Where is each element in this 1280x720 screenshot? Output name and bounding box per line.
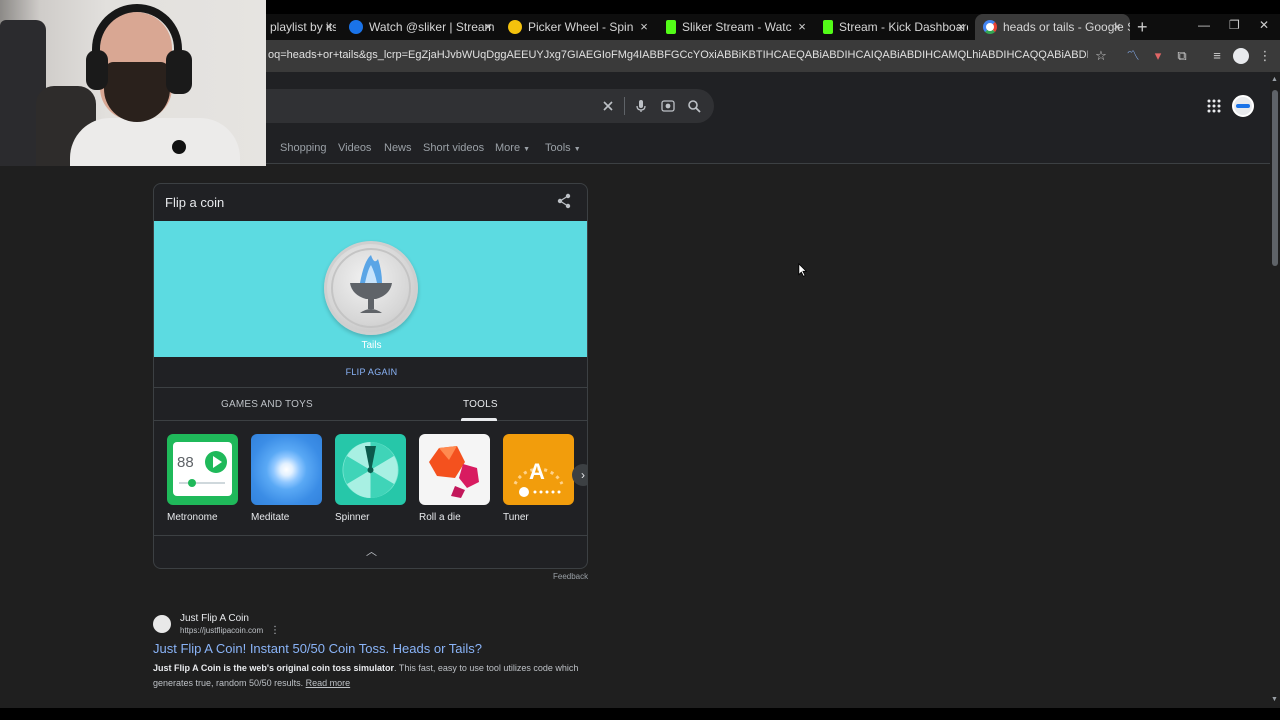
result-snippet: Just Flip A Coin is the web's original c… (153, 663, 579, 688)
tool-meditate[interactable]: Meditate (251, 434, 322, 523)
clear-search-icon[interactable] (600, 98, 616, 114)
tuner-icon: A (503, 434, 574, 505)
chrome-menu-icon[interactable]: ⋮ (1257, 48, 1273, 64)
tab-streamable[interactable]: Watch @sliker | Streamable × (349, 17, 495, 37)
profile-icon[interactable] (1233, 48, 1249, 64)
read-more-link[interactable]: Read more (306, 678, 351, 688)
tab-picker-wheel[interactable]: Picker Wheel - Spin the Wheel t × (508, 17, 651, 37)
google-apps-icon[interactable] (1207, 99, 1221, 113)
carousel-next-button[interactable]: › (572, 464, 587, 486)
tool-label: Spinner (335, 512, 370, 523)
coin-result: Tails (361, 340, 382, 351)
kick-favicon-icon (666, 20, 676, 34)
more-options-icon[interactable]: ⋮ (270, 625, 280, 636)
scroll-thumb[interactable] (1272, 90, 1278, 266)
scroll-down-icon[interactable]: ▼ (1271, 696, 1278, 703)
coin-flip-card: Flip a coin Tails FLIP AGAIN GAMES AND T… (153, 183, 588, 569)
close-window-button[interactable]: ✕ (1259, 18, 1269, 32)
tools-carousel: 88 Metronome Meditate Spinner Roll a die… (167, 434, 587, 529)
broadcast-extension-icon[interactable]: 〽 (1125, 48, 1141, 64)
extension-badge-icon[interactable]: ▾ (1150, 48, 1166, 64)
tool-roll-a-die[interactable]: Roll a die (419, 434, 490, 523)
tab-close-icon[interactable]: × (322, 19, 336, 34)
share-icon[interactable] (556, 193, 572, 209)
picker-wheel-favicon-icon (508, 20, 522, 34)
address-bar[interactable]: oq=heads+or+tails&gs_lcrp=EgZjaHJvbWUqDg… (268, 49, 1088, 61)
voice-search-icon[interactable] (633, 98, 649, 114)
chevron-right-icon: › (581, 468, 585, 482)
search-results: Flip a coin Tails FLIP AGAIN GAMES AND T… (0, 165, 1270, 720)
tool-metronome[interactable]: 88 Metronome (167, 434, 238, 523)
page-scrollbar[interactable]: ▲ ▼ (1270, 72, 1280, 708)
spinner-icon (335, 434, 406, 505)
filter-shopping[interactable]: Shopping (280, 142, 327, 154)
browser-window: playlist by its × Watch @sliker | Stream… (0, 0, 1280, 720)
google-favicon-icon (983, 20, 997, 34)
lens-search-icon[interactable] (660, 98, 676, 114)
streamable-favicon-icon (349, 20, 363, 34)
tab-close-icon[interactable]: × (1110, 19, 1124, 34)
filter-tools[interactable]: Tools ▼ (545, 142, 581, 154)
scroll-up-icon[interactable]: ▲ (1271, 76, 1278, 83)
minimize-button[interactable]: — (1198, 18, 1210, 32)
meditate-icon (251, 434, 322, 505)
tab-tools[interactable]: TOOLS (463, 399, 498, 410)
account-avatar[interactable] (1232, 95, 1254, 117)
tab-title: Picker Wheel - Spin the Wheel t (528, 20, 635, 34)
tab-google-search[interactable]: heads or tails - Google Search × (975, 14, 1130, 40)
filter-videos[interactable]: Videos (338, 142, 371, 154)
tab-close-icon[interactable]: × (795, 19, 809, 34)
mouse-cursor-icon (798, 263, 808, 277)
filter-news[interactable]: News (384, 142, 412, 154)
tab-close-icon[interactable]: × (637, 19, 651, 34)
search-icon[interactable] (686, 98, 702, 114)
dice-icon (419, 434, 490, 505)
coin-display[interactable]: Tails (154, 221, 587, 357)
site-url[interactable]: https://justflipacoin.com (180, 626, 263, 635)
tool-tuner[interactable]: A Tuner (503, 434, 574, 523)
site-favicon-icon (153, 615, 171, 633)
tab-close-icon[interactable]: × (481, 19, 495, 34)
shirt (70, 118, 240, 166)
tab-title: Sliker Stream - Watch Live on K (682, 20, 792, 34)
tool-label: Meditate (251, 512, 290, 523)
microphone-icon (172, 140, 186, 154)
collapse-card-button[interactable]: ︿ (154, 535, 587, 568)
tool-label: Tuner (503, 512, 529, 523)
card-title: Flip a coin (165, 195, 225, 210)
filter-more[interactable]: More ▼ (495, 142, 530, 154)
filter-short-videos[interactable]: Short videos (423, 142, 484, 154)
new-tab-button[interactable]: + (1137, 17, 1148, 38)
tab-games-and-toys[interactable]: GAMES AND TOYS (221, 399, 313, 410)
tab-playlist[interactable]: playlist by its × (270, 17, 336, 37)
media-controls-icon[interactable]: ≡ (1209, 48, 1225, 64)
metronome-icon: 88 (167, 434, 238, 505)
tab-title: Watch @sliker | Streamable (369, 20, 495, 34)
search-input[interactable] (250, 89, 714, 123)
coin[interactable] (324, 241, 418, 335)
tab-title: Stream - Kick Dashboard (839, 20, 968, 34)
extensions-puzzle-icon[interactable]: ⧉ (1174, 48, 1190, 64)
tool-label: Roll a die (419, 512, 461, 523)
card-tabs: GAMES AND TOYS TOOLS (154, 388, 587, 421)
result-title-link[interactable]: Just Flip A Coin! Instant 50/50 Coin Tos… (153, 641, 482, 656)
tool-spinner[interactable]: Spinner (335, 434, 406, 523)
flip-again-button[interactable]: FLIP AGAIN (154, 357, 587, 388)
restore-button[interactable]: ❐ (1229, 18, 1240, 32)
site-name[interactable]: Just Flip A Coin (180, 613, 249, 624)
tails-brazier-icon (331, 248, 411, 328)
kick-favicon-icon (823, 20, 833, 34)
bookmark-star-icon[interactable]: ☆ (1093, 48, 1109, 64)
chevron-down-icon: ▼ (523, 146, 531, 153)
webcam-overlay (0, 0, 266, 166)
tool-label: Metronome (167, 512, 218, 523)
feedback-link[interactable]: Feedback (553, 572, 588, 581)
chevron-down-icon: ▼ (573, 146, 581, 153)
chevron-up-icon: ︿ (366, 546, 377, 558)
tab-kick-dashboard[interactable]: Stream - Kick Dashboard × (823, 17, 968, 37)
active-tab-indicator (461, 418, 497, 421)
tab-close-icon[interactable]: × (954, 19, 968, 34)
tab-kick-stream[interactable]: Sliker Stream - Watch Live on K × (666, 17, 809, 37)
